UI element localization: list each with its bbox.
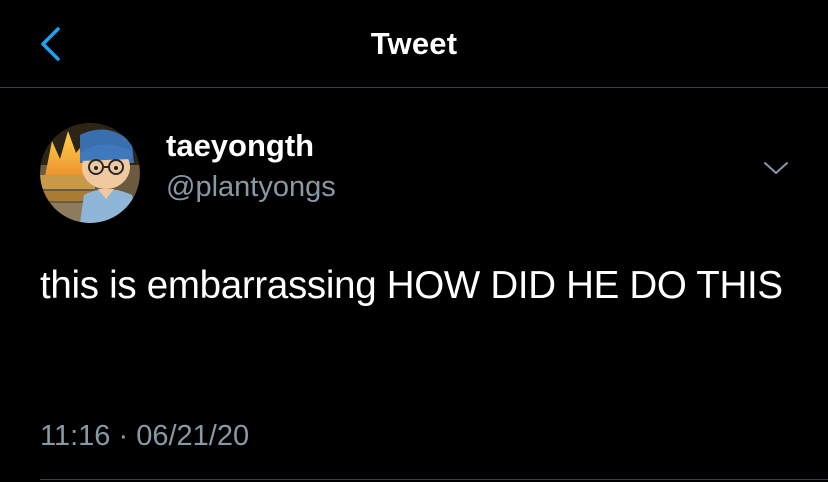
divider: [40, 479, 828, 480]
timestamp-separator: ·: [118, 420, 129, 452]
navigation-bar: Tweet: [0, 0, 828, 88]
author-name[interactable]: taeyongth: [166, 128, 314, 164]
page-title: Tweet: [370, 26, 458, 61]
tweet-timestamp: 11:16 · 06/21/20: [40, 418, 249, 454]
avatar[interactable]: [40, 123, 140, 223]
tweet-text: this is embarrassing HOW DID HE DO THIS: [40, 264, 783, 307]
author-handle[interactable]: @plantyongs: [166, 169, 336, 205]
more-options-button[interactable]: [756, 152, 796, 184]
tweet-time: 11:16: [40, 420, 111, 452]
tweet-date: 06/21/20: [136, 420, 250, 452]
avatar-image: [40, 123, 140, 223]
chevron-down-icon: [764, 162, 788, 174]
